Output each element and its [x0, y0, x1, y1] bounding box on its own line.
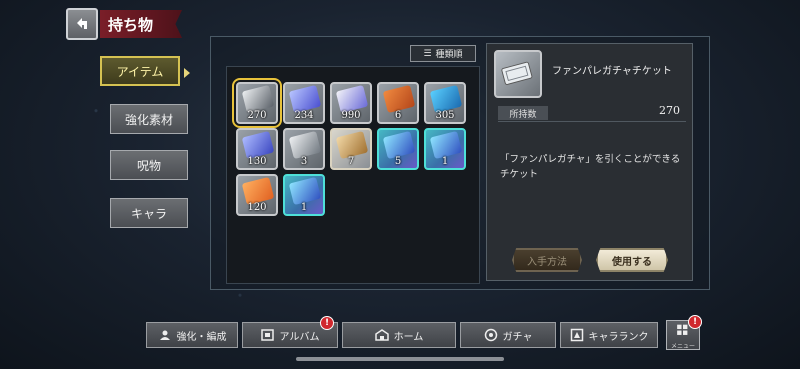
sword-icon — [288, 130, 322, 160]
owned-label: 所持数 — [498, 106, 548, 120]
bottom-nav-label: ホーム — [393, 331, 424, 343]
inventory-item[interactable]: 5 — [377, 128, 419, 170]
bottom-nav-char-rank[interactable]: キャラランク — [560, 322, 658, 348]
sort-icon: ☰ — [423, 48, 432, 59]
item-count: 234 — [294, 110, 314, 121]
item-count: 270 — [247, 110, 267, 121]
ticket-icon — [501, 61, 533, 85]
item-description: 「ファンパレガチャ」を引くことができるチケット — [500, 154, 681, 180]
inventory-item[interactable]: 130 — [236, 128, 278, 170]
owned-value: 270 — [659, 104, 680, 117]
item-count: 6 — [394, 110, 402, 121]
ticket-crystal-icon — [288, 84, 322, 114]
album-notification-badge: ! — [320, 316, 334, 330]
back-button[interactable] — [66, 8, 98, 40]
ticket-rare-icon — [429, 130, 463, 160]
bottom-nav-label: キャラランク — [588, 331, 649, 343]
inventory-item[interactable]: 305 — [424, 82, 466, 124]
tab-items[interactable]: アイテム — [100, 56, 180, 86]
item-count: 3 — [300, 156, 308, 167]
active-tab-arrow-icon — [184, 68, 190, 78]
ticket-rare-icon — [382, 130, 416, 160]
ticket-rare-icon — [288, 176, 322, 206]
use-button[interactable]: 使用する — [596, 248, 668, 272]
home-icon — [374, 329, 389, 341]
item-count: 1 — [441, 156, 449, 167]
inventory-item[interactable]: 6 — [377, 82, 419, 124]
item-count: 120 — [247, 202, 267, 213]
bottom-nav-label: アルバム — [279, 331, 320, 343]
menu-label: メニュー — [670, 343, 695, 350]
sort-label: 種類順 — [435, 50, 463, 60]
scroll-icon — [335, 130, 369, 160]
item-count: 7 — [347, 156, 355, 167]
inventory-item[interactable]: 270 — [232, 78, 282, 128]
gacha-icon — [484, 328, 497, 342]
inventory-item[interactable]: 234 — [283, 82, 325, 124]
bottom-nav-gacha[interactable]: ガチャ — [460, 322, 556, 348]
detail-item-thumbnail — [494, 50, 542, 98]
inventory-item[interactable]: 7 — [330, 128, 372, 170]
home-indicator[interactable] — [296, 357, 504, 361]
ticket-orange-icon — [241, 176, 275, 206]
item-count: 990 — [341, 110, 361, 121]
ticket-blue-icon — [241, 130, 275, 160]
bottom-nav-label: ガチャ — [502, 331, 533, 343]
inventory-item[interactable]: 990 — [330, 82, 372, 124]
menu-notification-badge: ! — [688, 315, 702, 329]
bottom-nav-label: 強化・編成 — [176, 331, 227, 343]
bottom-nav-home[interactable]: ホーム — [342, 322, 456, 348]
inventory-item[interactable]: 1 — [283, 174, 325, 216]
item-count: 130 — [247, 156, 267, 167]
inventory-item[interactable]: 3 — [283, 128, 325, 170]
ticket-icon — [241, 84, 275, 114]
rank-icon — [570, 328, 583, 342]
item-count: 5 — [394, 156, 402, 167]
back-arrow-icon — [77, 18, 87, 29]
item-count: 1 — [300, 202, 308, 213]
capsule-icon — [429, 84, 463, 114]
album-icon — [260, 329, 274, 341]
tab-enhance-materials[interactable]: 強化素材 — [110, 104, 188, 134]
inventory-item[interactable]: 1 — [424, 128, 466, 170]
page-title: 持ち物 — [100, 10, 182, 38]
people-icon — [159, 330, 170, 340]
tab-cursed-objects[interactable]: 呪物 — [110, 150, 188, 180]
inventory-item[interactable]: 120 — [236, 174, 278, 216]
tab-characters[interactable]: キャラ — [110, 198, 188, 228]
leaves-icon — [382, 84, 416, 114]
cards-icon — [335, 84, 369, 114]
item-count: 305 — [435, 110, 455, 121]
sort-button[interactable]: ☰ 種類順 — [410, 45, 476, 62]
obtain-method-button[interactable]: 入手方法 — [512, 248, 582, 272]
detail-item-name: ファンパレガチャチケット — [552, 66, 672, 77]
bottom-nav-enhance[interactable]: 強化・編成 — [146, 322, 238, 348]
